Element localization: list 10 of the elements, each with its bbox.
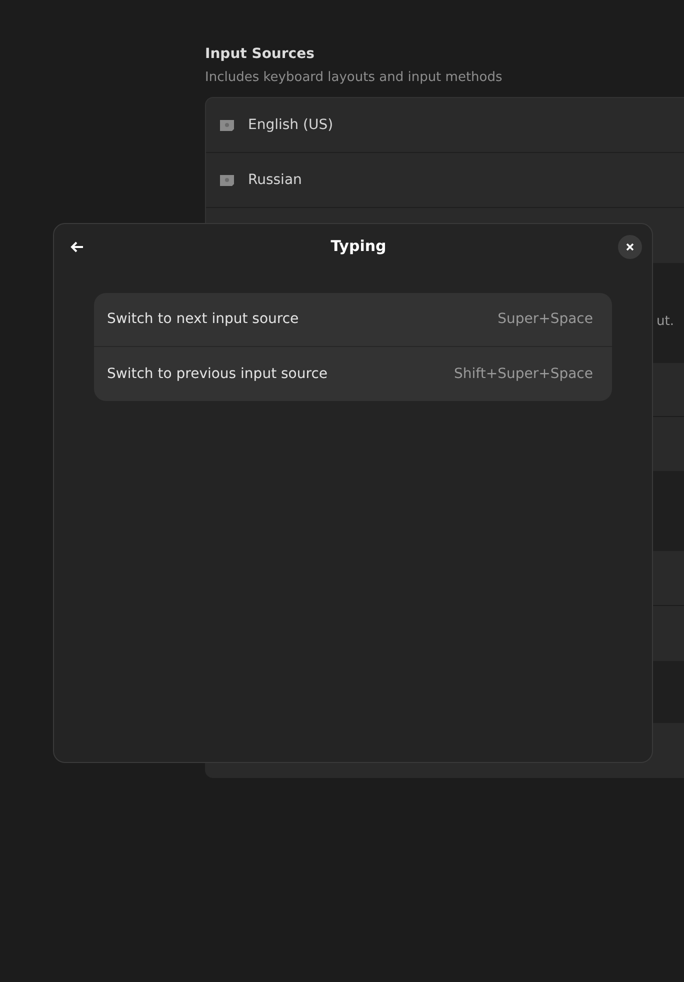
shortcut-label: Switch to next input source [107, 310, 299, 329]
input-source-label: Russian [248, 170, 302, 190]
shortcut-label: Switch to previous input source [107, 364, 328, 384]
input-source-label: English (US) [248, 116, 334, 134]
section-heading: Input Sources [205, 45, 314, 63]
section-description: Includes keyboard layouts and input methods [205, 69, 502, 86]
dialog-title: Typing [330, 236, 386, 258]
description-text: ut. [656, 313, 674, 332]
shortcut-accelerator: Super+Space [498, 310, 593, 329]
shortcut-accelerator: Shift+Super+Space [454, 364, 593, 384]
